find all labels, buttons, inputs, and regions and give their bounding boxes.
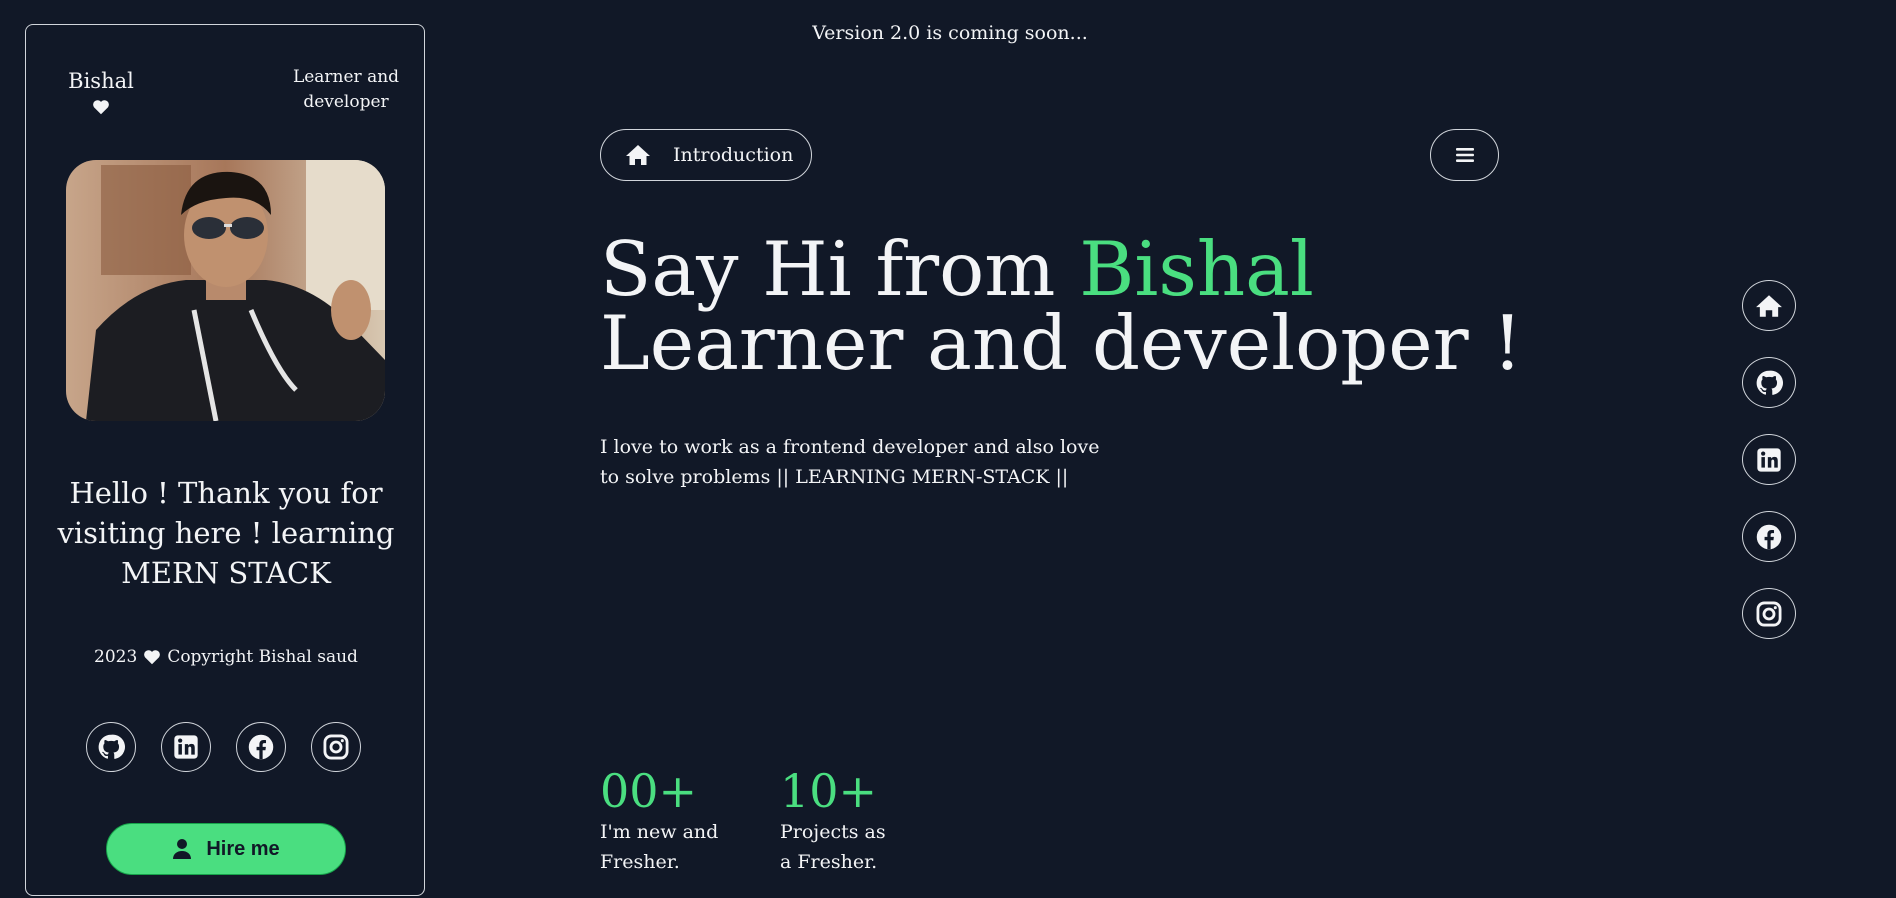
facebook-link[interactable]	[236, 722, 286, 772]
instagram-icon	[1756, 601, 1782, 626]
side-facebook-link[interactable]	[1742, 511, 1796, 562]
introduction-tab[interactable]: Introduction	[600, 129, 812, 181]
stat-item: 10+ Projects as a Fresher.	[780, 765, 900, 877]
stat-value: 10+	[780, 764, 878, 818]
home-icon	[1756, 294, 1782, 317]
brand: Bishal	[66, 69, 136, 115]
side-home-link[interactable]	[1742, 280, 1796, 331]
linkedin-icon	[174, 735, 198, 759]
stat-label: I'm new and Fresher.	[600, 821, 719, 873]
stat-value: 00+	[600, 764, 698, 818]
linkedin-icon	[1757, 447, 1781, 472]
side-github-link[interactable]	[1742, 357, 1796, 408]
announcement-text: Version 2.0 is coming soon...	[812, 22, 1088, 44]
side-navigation	[1742, 280, 1796, 639]
introduction-label: Introduction	[673, 144, 794, 166]
profile-card: Bishal Learner and developer Hello ! Tha…	[25, 24, 425, 896]
hire-me-label: Hire me	[206, 837, 280, 860]
side-linkedin-link[interactable]	[1742, 434, 1796, 485]
user-icon	[173, 839, 192, 859]
home-icon	[626, 145, 650, 165]
menu-button[interactable]	[1430, 129, 1499, 181]
hire-me-button[interactable]: Hire me	[106, 823, 346, 875]
copyright: 2023 Copyright Bishal saud	[26, 647, 426, 667]
side-instagram-link[interactable]	[1742, 588, 1796, 639]
heart-icon	[93, 100, 109, 115]
hamburger-menu-icon	[1455, 148, 1474, 162]
copyright-text: Copyright Bishal saud	[167, 647, 358, 667]
instagram-icon	[323, 734, 349, 760]
github-link[interactable]	[86, 722, 136, 772]
linkedin-link[interactable]	[161, 722, 211, 772]
hello-message: Hello ! Thank you for visiting here ! le…	[57, 476, 395, 590]
stat-label: Projects as a Fresher.	[780, 821, 886, 873]
facebook-icon	[1756, 524, 1782, 549]
hero-description: I love to work as a frontend developer a…	[600, 436, 1100, 488]
instagram-link[interactable]	[311, 722, 361, 772]
headline-part2: Learner and developer !	[600, 299, 1523, 387]
profile-photo	[66, 160, 385, 421]
card-social-links	[86, 722, 361, 772]
brand-name: Bishal	[68, 69, 134, 93]
hero-headline: Say Hi from Bishal Learner and developer…	[600, 232, 1560, 381]
stat-item: 00+ I'm new and Fresher.	[600, 765, 720, 877]
github-icon	[1756, 370, 1783, 395]
github-icon	[98, 734, 125, 759]
heart-icon	[144, 650, 161, 665]
copyright-year: 2023	[94, 647, 138, 667]
role-text: Learner and developer	[292, 67, 400, 112]
facebook-icon	[248, 734, 274, 760]
